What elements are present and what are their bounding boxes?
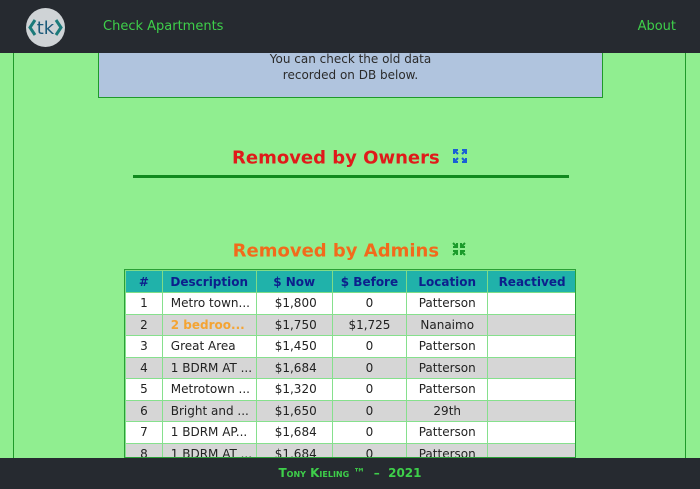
cell-number: 5 (125, 378, 163, 401)
footer-trademark: ™ (353, 466, 366, 480)
col-number[interactable]: # (125, 270, 163, 293)
cell-number: 3 (125, 335, 163, 358)
cell-price-now: $1,450 (255, 335, 333, 358)
table-row[interactable]: 1 Metro town... $1,800 0 Patterson (125, 292, 575, 315)
logo-icon: tk (26, 8, 65, 47)
cell-price-now: $1,650 (255, 399, 333, 422)
col-reactived[interactable]: Reactived (487, 270, 575, 293)
logo-text: tk (37, 18, 55, 39)
table-row[interactable]: 6 Bright and ... $1,650 0 29th (125, 399, 575, 422)
section-removed-by-owners: Removed by Owners (0, 147, 700, 169)
cell-location: Patterson (406, 356, 489, 379)
cell-price-now: $1,320 (255, 378, 333, 401)
table-row[interactable]: 5 Metrotown ... $1,320 0 Patterson (125, 378, 575, 401)
footer-year: 2021 (388, 466, 422, 480)
cell-reactived (487, 378, 575, 401)
cell-location: 29th (406, 399, 489, 422)
cell-location: Patterson (406, 421, 489, 444)
cell-reactived (487, 421, 575, 444)
cell-description[interactable]: Bright and ... (161, 399, 257, 422)
cell-number: 1 (125, 292, 163, 315)
cell-location: Patterson (406, 292, 489, 315)
owners-title: Removed by Owners (232, 147, 440, 169)
nav-check-apartments[interactable]: Check Apartments (103, 19, 223, 34)
logo[interactable]: tk (26, 8, 65, 47)
cell-number: 8 (125, 442, 163, 457)
cell-reactived (487, 442, 575, 457)
col-description[interactable]: Description (161, 270, 257, 293)
info-line-1: You can check the old data (269, 52, 432, 66)
navbar: tk Check Apartments About (0, 0, 700, 53)
cell-description[interactable]: Metro town... (161, 292, 257, 315)
cell-price-before: 0 (331, 378, 408, 401)
nav-about[interactable]: About (638, 19, 676, 34)
cell-reactived (487, 335, 575, 358)
cell-price-before: 0 (331, 421, 408, 444)
section-divider (133, 175, 569, 178)
cell-location: Patterson (406, 378, 489, 401)
cell-description[interactable]: Great Area (161, 335, 257, 358)
table-row[interactable]: 4 1 BDRM AT ... $1,684 0 Patterson (125, 356, 575, 379)
cell-reactived (487, 399, 575, 422)
col-location[interactable]: Location (406, 270, 489, 293)
table-row[interactable]: 3 Great Area $1,450 0 Patterson (125, 335, 575, 358)
cell-description[interactable]: 1 BDRM AT ... (161, 356, 257, 379)
info-line-2: recorded on DB below. (282, 68, 419, 82)
cell-number: 2 (125, 313, 163, 336)
cell-description[interactable]: Metrotown ... (161, 378, 257, 401)
cell-price-before: 0 (331, 292, 408, 315)
removed-by-admins-table: # Description $ Now $ Before Location Re… (124, 269, 576, 458)
footer-dash: – (373, 466, 380, 480)
cell-location: Patterson (406, 335, 489, 358)
cell-price-before: 0 (331, 399, 408, 422)
cell-price-now: $1,684 (255, 421, 333, 444)
cell-price-now: $1,684 (255, 442, 333, 457)
table-row[interactable]: 2 2 bedroo... $1,750 $1,725 Nanaimo (125, 313, 575, 336)
cell-reactived (487, 356, 575, 379)
cell-description[interactable]: 2 bedroo... (161, 313, 257, 336)
admins-title: Removed by Admins (232, 240, 440, 262)
cell-location: Patterson (406, 442, 489, 457)
table-header-row: # Description $ Now $ Before Location Re… (125, 270, 575, 293)
collapse-icon[interactable] (451, 241, 467, 262)
cell-price-now: $1,800 (255, 292, 333, 315)
cell-price-before: 0 (331, 335, 408, 358)
table-row[interactable]: 7 1 BDRM AP... $1,684 0 Patterson (125, 421, 575, 444)
cell-description[interactable]: 1 BDRM AT ... (161, 442, 257, 457)
cell-description[interactable]: 1 BDRM AP... (161, 421, 257, 444)
cell-number: 7 (125, 421, 163, 444)
cell-price-before: 0 (331, 356, 408, 379)
cell-price-now: $1,684 (255, 356, 333, 379)
col-price-before[interactable]: $ Before (331, 270, 408, 293)
cell-price-now: $1,750 (255, 313, 333, 336)
footer-author: Tony Kieling (278, 466, 350, 480)
cell-reactived (487, 313, 575, 336)
cell-number: 4 (125, 356, 163, 379)
table-row[interactable]: 8 1 BDRM AT ... $1,684 0 Patterson (125, 442, 575, 457)
expand-icon[interactable] (452, 148, 468, 169)
cell-reactived (487, 292, 575, 315)
cell-location: Nanaimo (406, 313, 489, 336)
cell-number: 6 (125, 399, 163, 422)
cell-price-before: $1,725 (331, 313, 408, 336)
section-removed-by-admins: Removed by Admins (0, 240, 700, 262)
cell-price-before: 0 (331, 442, 408, 457)
col-price-now[interactable]: $ Now (255, 270, 333, 293)
footer: Tony Kieling ™ – 2021 (0, 458, 700, 489)
